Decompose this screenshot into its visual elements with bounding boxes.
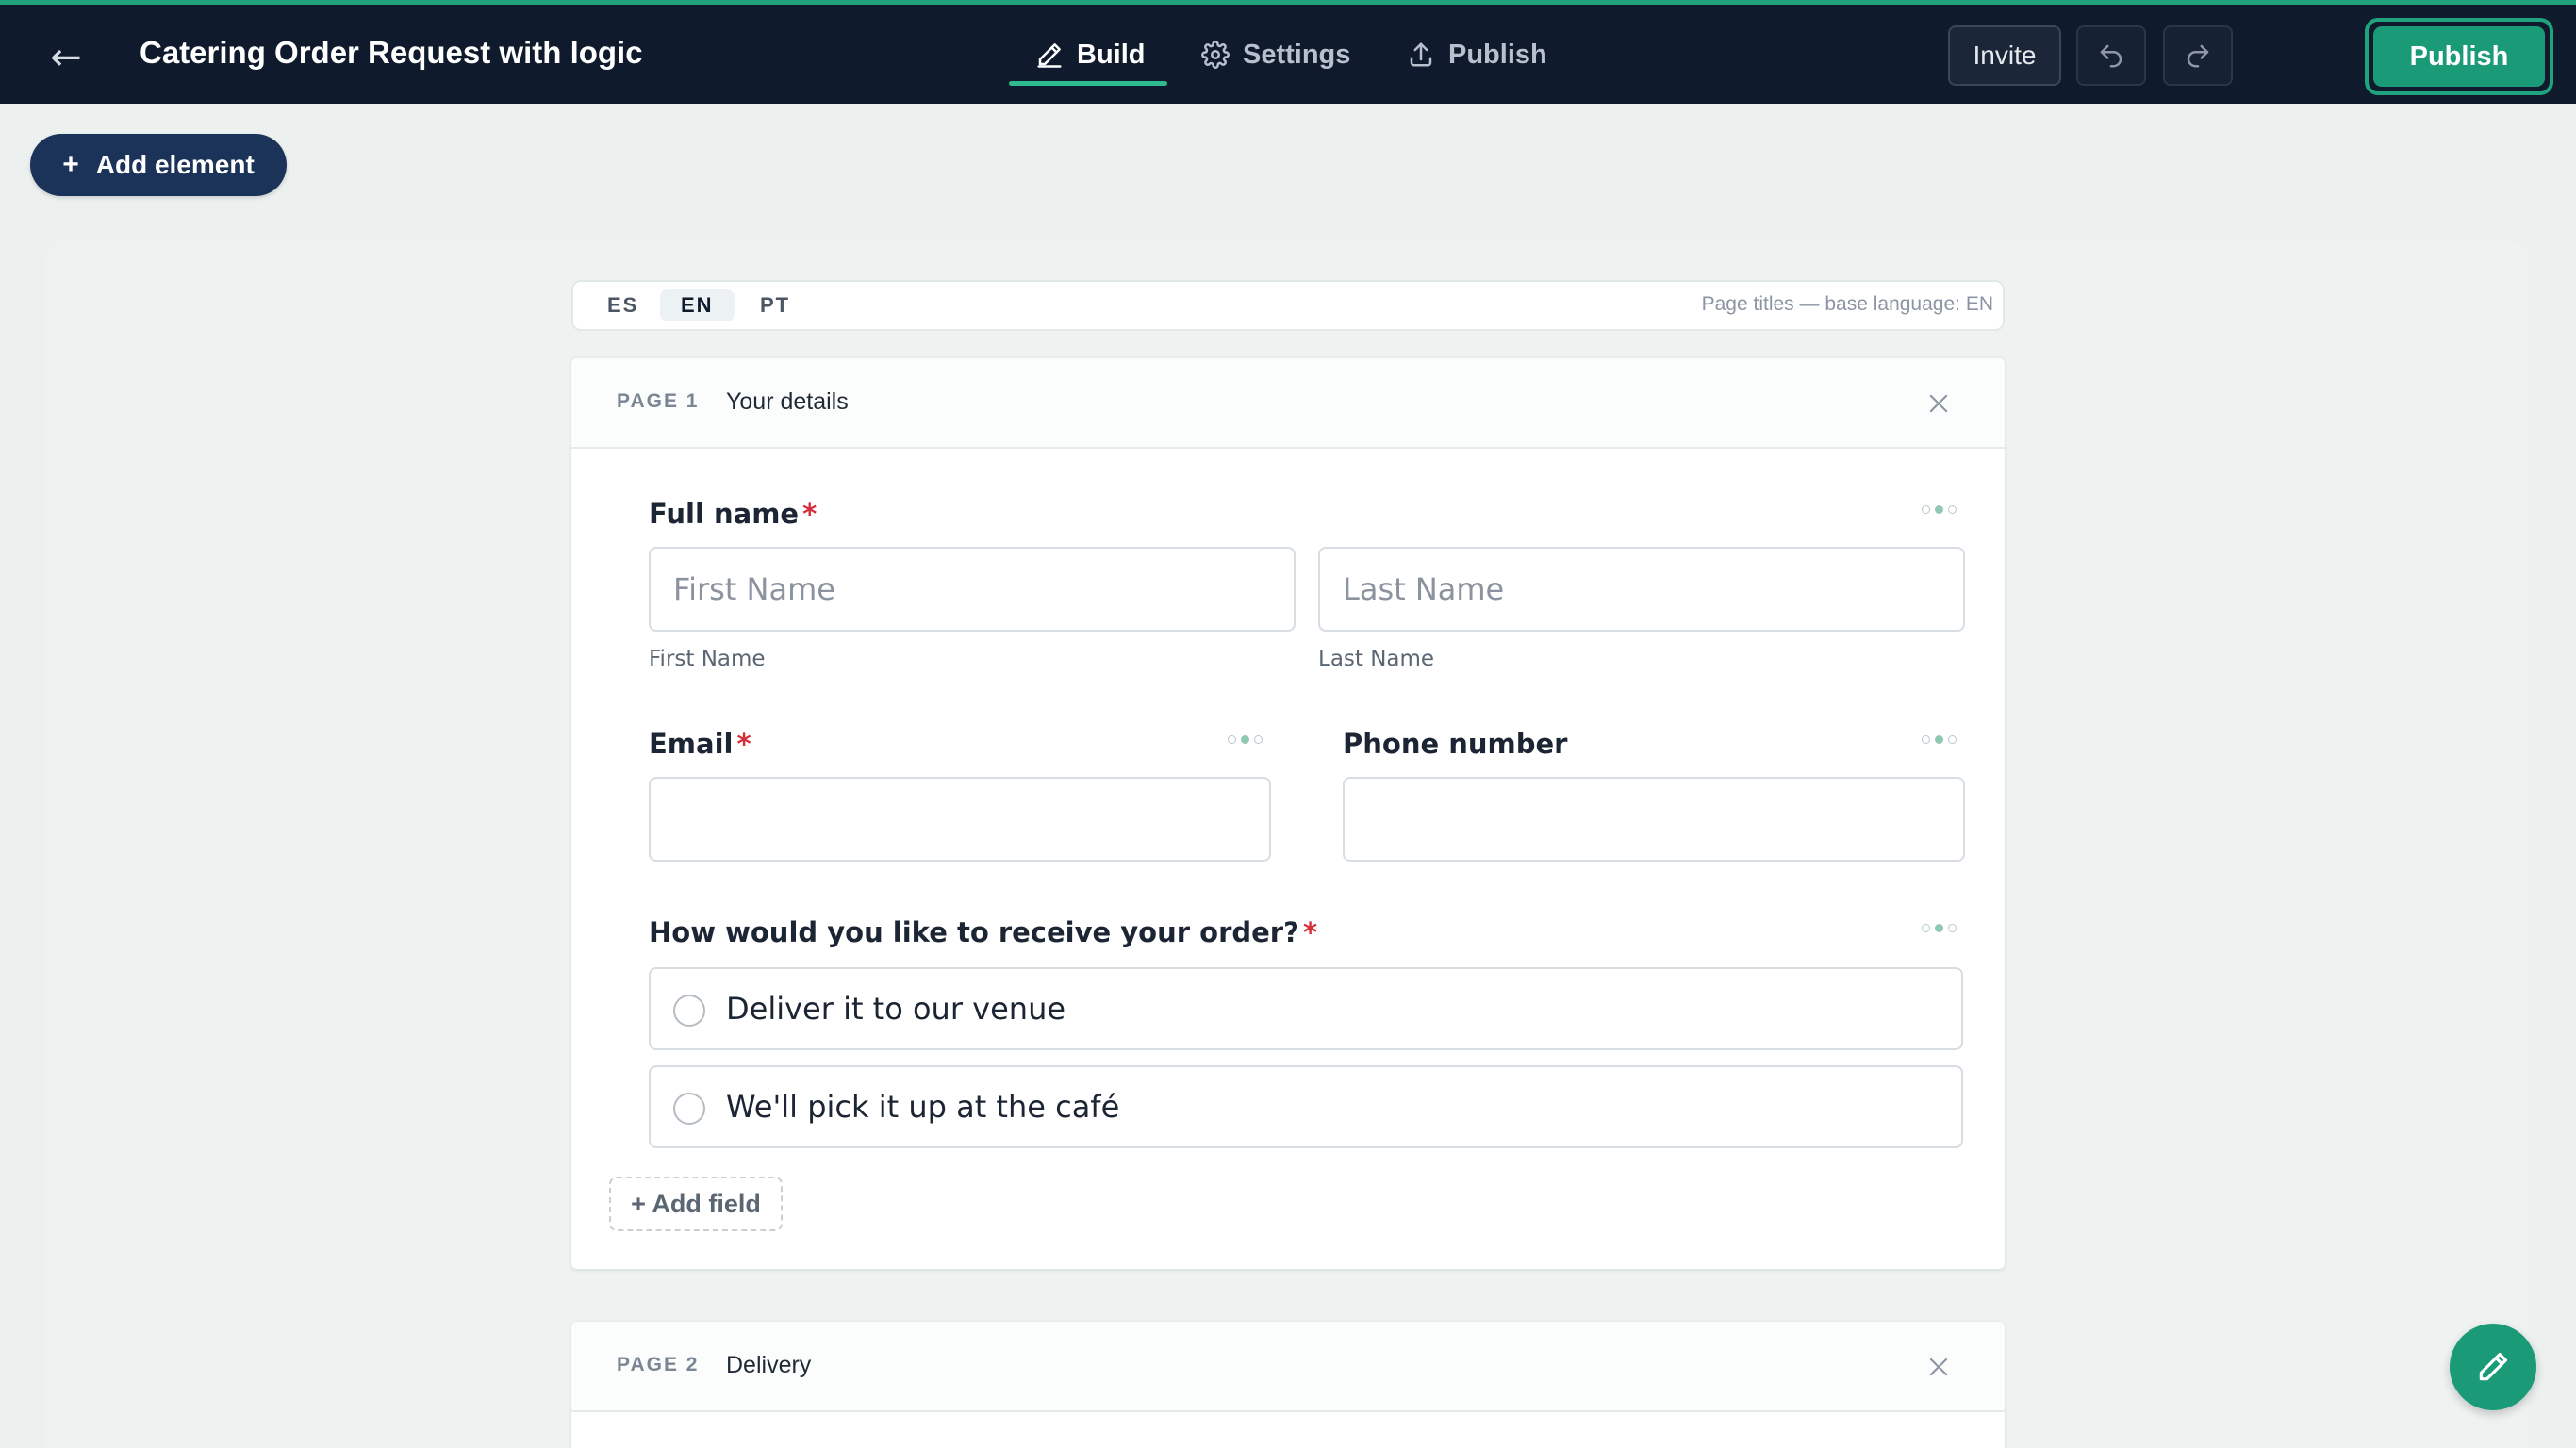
page-number: PAGE 2 <box>617 1354 700 1375</box>
form-title: Catering Order Request with logic <box>140 35 643 70</box>
email-label-text: Email <box>649 728 734 760</box>
page-header: PAGE 2 Delivery <box>571 1322 2005 1412</box>
phone-label: Phone number <box>1343 728 1568 760</box>
page-card-2: PAGE 2 Delivery <box>571 1322 2005 1448</box>
page-title[interactable]: Your details <box>726 388 849 416</box>
full-name-label-text: Full name <box>649 498 800 530</box>
page-number: PAGE 1 <box>617 390 700 412</box>
radio-button[interactable] <box>673 1093 705 1125</box>
required-mark: * <box>802 498 817 530</box>
add-element-button[interactable]: + Add element <box>30 134 287 196</box>
page-header: PAGE 1 Your details <box>571 358 2005 449</box>
tab-settings-label: Settings <box>1243 39 1351 70</box>
full-name-label: Full name * <box>649 498 817 530</box>
back-arrow-icon[interactable]: ← <box>41 33 91 82</box>
last-name-sublabel: Last Name <box>1318 647 1435 671</box>
plus-icon: + <box>62 149 79 180</box>
required-mark: * <box>1302 916 1318 948</box>
email-field[interactable] <box>649 777 1271 862</box>
first-name-sublabel: First Name <box>649 647 766 671</box>
add-element-label: Add element <box>95 150 255 179</box>
close-icon[interactable] <box>1925 1354 1952 1380</box>
tab-build[interactable]: Build <box>1035 24 1146 86</box>
pencil-icon <box>1037 43 1062 68</box>
language-tab-es[interactable]: ES <box>586 289 659 321</box>
edit-fab-button[interactable] <box>2450 1324 2536 1410</box>
tab-publish[interactable]: Publish <box>1407 24 1547 86</box>
phone-field[interactable] <box>1343 777 1965 862</box>
language-tab-pt[interactable]: PT <box>739 289 811 321</box>
publish-button-label: Publish <box>2373 26 2545 87</box>
active-tab-indicator <box>1009 81 1167 86</box>
invite-button[interactable]: Invite <box>1948 25 2061 86</box>
more-options-icon[interactable] <box>1922 503 1963 515</box>
upload-icon <box>1410 42 1432 67</box>
radio-option-pickup[interactable]: We'll pick it up at the café <box>649 1065 1963 1148</box>
undo-button[interactable] <box>2076 25 2146 86</box>
last-name-input[interactable]: Last Name <box>1318 547 1965 632</box>
undo-icon <box>2100 44 2122 68</box>
top-bar: ← Catering Order Request with logic Buil… <box>0 0 2576 104</box>
page-title[interactable]: Delivery <box>726 1352 811 1379</box>
radio-option-label: Deliver it to our venue <box>726 991 1066 1027</box>
tab-settings[interactable]: Settings <box>1201 24 1350 86</box>
receive-order-label: How would you like to receive your order… <box>649 916 1317 948</box>
more-options-icon[interactable] <box>1228 733 1269 745</box>
language-note: Page titles — base language: EN <box>1701 293 1993 315</box>
language-bar: ES EN PT Page titles — base language: EN <box>571 280 2005 331</box>
required-mark: * <box>736 728 751 760</box>
radio-option-label: We'll pick it up at the café <box>726 1089 1120 1125</box>
gear-icon <box>1201 41 1230 69</box>
receive-order-label-text: How would you like to receive your order… <box>649 916 1299 948</box>
publish-button[interactable]: Publish <box>2365 18 2553 95</box>
add-field-button[interactable]: + Add field <box>609 1176 783 1231</box>
tab-publish-label: Publish <box>1448 39 1547 70</box>
first-name-input[interactable]: First Name <box>649 547 1296 632</box>
redo-icon <box>2187 44 2209 68</box>
page-card-1: PAGE 1 Your details Full name * First Nam… <box>571 358 2005 1269</box>
more-options-icon[interactable] <box>1922 733 1963 745</box>
language-tab-en[interactable]: EN <box>660 289 735 321</box>
tab-build-label: Build <box>1077 39 1146 70</box>
email-label: Email * <box>649 728 751 760</box>
pencil-icon <box>2479 1352 2508 1381</box>
redo-button[interactable] <box>2163 25 2233 86</box>
radio-option-deliver[interactable]: Deliver it to our venue <box>649 967 1963 1050</box>
radio-button[interactable] <box>673 995 705 1027</box>
more-options-icon[interactable] <box>1922 922 1963 933</box>
close-icon[interactable] <box>1925 390 1952 417</box>
